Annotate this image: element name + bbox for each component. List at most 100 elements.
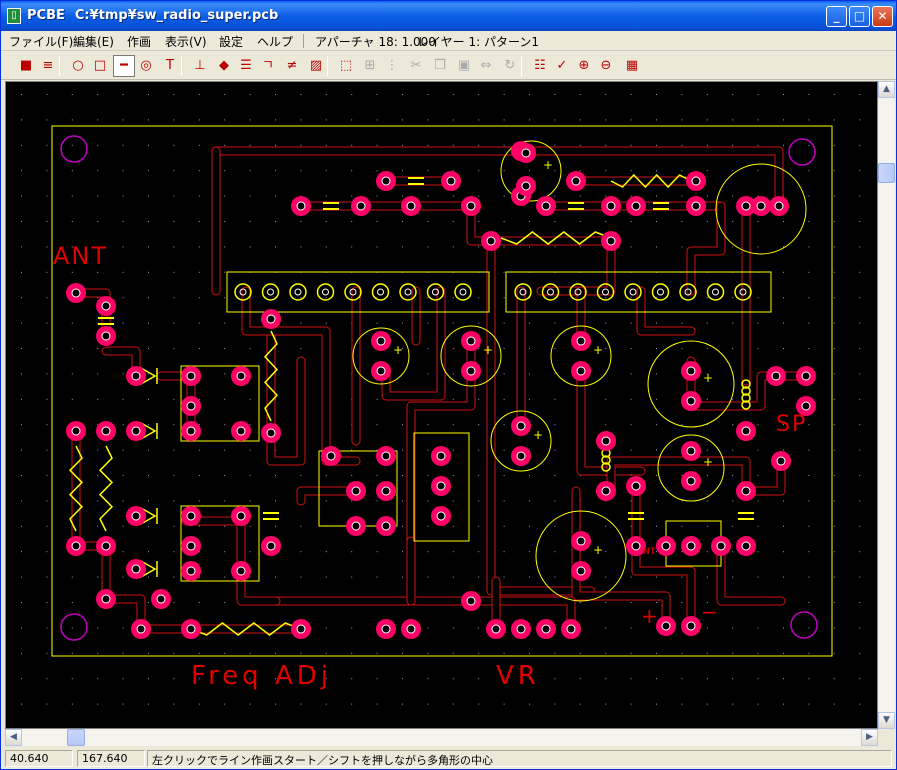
corner-icon[interactable]: ㄱ	[257, 55, 279, 77]
layers-icon[interactable]: ■	[15, 55, 37, 77]
scroll-right-button[interactable]: ▶	[861, 729, 878, 746]
grid-dot	[21, 195, 22, 197]
scroll-up-button[interactable]: ▲	[878, 81, 895, 98]
menu-settings[interactable]: 設定	[219, 33, 243, 50]
pad-hole	[576, 366, 586, 376]
menu-view[interactable]: 表示(V)	[165, 33, 207, 50]
pad-hole	[801, 371, 811, 381]
grid-dot	[46, 297, 48, 299]
list-icon[interactable]: ☷	[529, 55, 551, 77]
grid-dot	[833, 424, 835, 426]
paste-icon[interactable]: ▣	[453, 55, 475, 77]
stack-icon[interactable]: ≡	[37, 55, 59, 77]
grid-dot	[376, 576, 378, 578]
pad-hole	[381, 451, 391, 461]
grid-dot	[452, 525, 454, 527]
grid-dot	[402, 170, 403, 172]
mounting-hole	[60, 135, 88, 163]
grid-dot	[224, 652, 226, 654]
grid-dot	[656, 449, 657, 451]
label-freq-adj: Freq ADj	[191, 661, 332, 691]
close-button[interactable]: ✕	[872, 6, 893, 27]
capacitor-plus: +	[593, 543, 603, 557]
cut-icon[interactable]: ✂	[405, 55, 427, 77]
grid-dot	[46, 170, 48, 172]
zoom-in-icon[interactable]: ⊕	[573, 55, 595, 77]
grid-dot	[198, 94, 200, 95]
rect-tool-icon[interactable]: □	[89, 55, 111, 77]
minimize-button[interactable]: _	[826, 6, 847, 27]
menu-edit[interactable]: 編集(E)	[73, 33, 114, 50]
text-tool-icon[interactable]: T	[159, 55, 181, 77]
grid-dot	[452, 551, 454, 553]
parallel-lines-icon[interactable]: ☰	[235, 55, 257, 77]
maximize-button[interactable]: □	[849, 6, 870, 27]
horizontal-scroll-thumb[interactable]	[67, 729, 85, 746]
grid-dot	[46, 373, 48, 375]
grid-dot	[452, 652, 454, 654]
group-icon[interactable]: ⊞	[359, 55, 381, 77]
title-bar[interactable]: ▯ PCBE C:¥tmp¥sw_radio_super.pcb _ □ ✕	[1, 1, 896, 31]
zoom-out-icon[interactable]: ⊖	[595, 55, 617, 77]
grid-dot	[554, 348, 556, 349]
circle-tool-icon[interactable]: ○	[67, 55, 89, 77]
pcb-canvas[interactable]: +++++++++ANTSPFreq ADjVRNT+−	[5, 81, 878, 729]
grid-dot	[351, 221, 353, 222]
flip-icon[interactable]: ⇔	[475, 55, 497, 77]
grid-icon[interactable]: ▦	[621, 55, 643, 77]
pad-tool-icon[interactable]: ◎	[135, 55, 157, 77]
line-tool-icon[interactable]: ━	[113, 55, 135, 77]
grid-dot	[859, 525, 861, 527]
scroll-down-button[interactable]: ▼	[878, 712, 895, 729]
grid-dot	[148, 322, 149, 324]
vertical-scroll-thumb[interactable]	[878, 163, 895, 183]
grid-dot	[325, 144, 327, 146]
fill-icon[interactable]: ▨	[305, 55, 327, 77]
grid-dot	[46, 144, 48, 146]
copy-icon[interactable]: ❐	[429, 55, 451, 77]
grid-dot	[808, 348, 810, 349]
grid-dot	[46, 551, 48, 553]
rotate-icon[interactable]: ↻	[499, 55, 521, 77]
grid-dot	[859, 322, 861, 324]
select-icon[interactable]: ⬚	[335, 55, 357, 77]
grid-dot	[783, 221, 784, 222]
pad-hole	[466, 201, 476, 211]
scroll-left-button[interactable]: ◀	[5, 729, 22, 746]
grid-dot	[554, 475, 556, 476]
junction-icon[interactable]: ⊥	[189, 55, 211, 77]
measure-icon[interactable]: ✓	[551, 55, 573, 77]
vertical-scrollbar[interactable]: ▲ ▼	[878, 81, 895, 729]
grid-dot	[452, 500, 454, 502]
grid-dot	[808, 195, 810, 197]
grid-dot	[198, 297, 200, 299]
grid-dot	[148, 94, 149, 95]
grid-dot	[579, 602, 581, 603]
grid-dot	[681, 246, 683, 248]
pcb-drawing[interactable]: +++++++++ANTSPFreq ADjVRNT+−	[6, 82, 878, 729]
grid-dot	[325, 703, 327, 705]
menu-help[interactable]: ヘルプ	[257, 33, 293, 50]
horizontal-scrollbar[interactable]: ◀ ▶	[5, 729, 878, 746]
menu-file[interactable]: ファイル(F)	[9, 33, 73, 50]
menu-draw[interactable]: 作画	[127, 33, 151, 50]
grid-dot	[351, 576, 353, 578]
grid-dot	[554, 398, 556, 400]
eraser-icon[interactable]: ◆	[213, 55, 235, 77]
pad-hole	[436, 511, 446, 521]
mounting-hole	[60, 613, 88, 641]
resistor-silk	[98, 445, 114, 532]
grid-dot	[833, 678, 835, 680]
dimension-icon[interactable]: ≠	[281, 55, 303, 77]
grid-dot	[452, 703, 454, 705]
grid-dot	[21, 94, 22, 95]
header-hole	[404, 288, 412, 296]
pad-hole	[516, 451, 526, 461]
grid-dot	[21, 475, 22, 476]
grid-dot	[833, 398, 835, 400]
grid-dot	[706, 144, 708, 146]
grid-dot	[275, 221, 276, 222]
grid-dot	[376, 322, 378, 324]
align-icon[interactable]: ⋮	[381, 55, 403, 77]
pad-hole	[186, 566, 196, 576]
